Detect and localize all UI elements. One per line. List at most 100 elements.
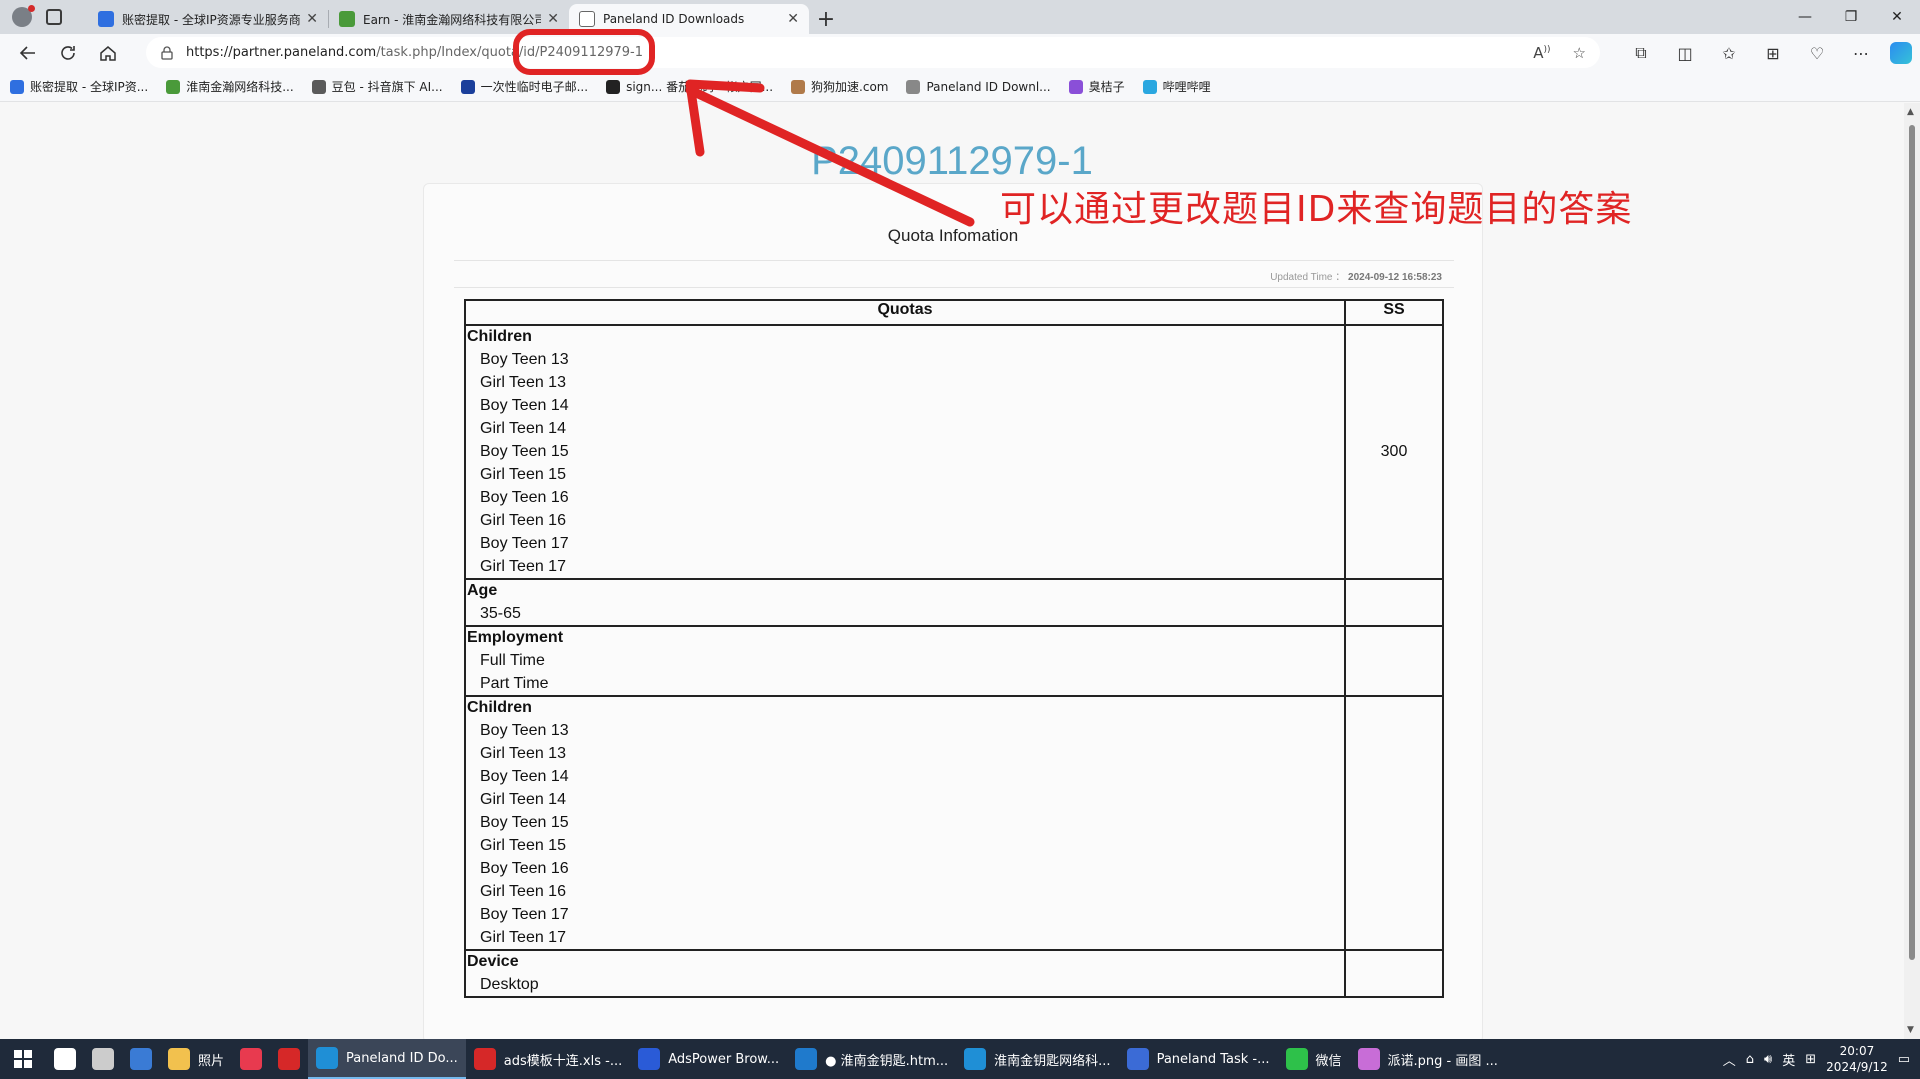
back-button[interactable] [8, 36, 48, 70]
scroll-up-icon[interactable]: ▲ [1907, 107, 1914, 117]
quota-item: Girl Teen 16 [480, 512, 566, 529]
quota-group-title: Children [467, 699, 532, 716]
tab-close-icon[interactable]: ✕ [547, 11, 559, 27]
tab-close-icon[interactable]: ✕ [787, 11, 799, 27]
taskbar-app-label: 淮南金钥匙网络科... [994, 1053, 1111, 1069]
quota-group-row: Employment Full Time Part Time [464, 625, 1444, 697]
bookmark-item[interactable]: 淮南金瀚网络科技... [166, 78, 294, 95]
scrollbar-thumb[interactable] [1909, 125, 1915, 960]
quota-card: Quota Infomation Updated Time ： 2024-09-… [423, 183, 1483, 1043]
taskbar-app[interactable]: ● 淮南金钥匙.htm... [787, 1039, 956, 1079]
quota-group-cell: Children Boy Teen 13 Girl Teen 13 Boy Teen … [464, 324, 1346, 580]
taskbar-app[interactable]: 淮南金钥匙网络科... [956, 1039, 1118, 1079]
taskbar-app-label: Paneland ID Do... [346, 1050, 458, 1066]
quota-item: Girl Teen 15 [480, 837, 566, 854]
volume-icon[interactable]: 🔊︎ [1764, 1052, 1772, 1067]
tab-left-controls [0, 0, 88, 34]
input-language[interactable]: 英 [1782, 1050, 1795, 1069]
read-aloud-icon[interactable]: A)) [1533, 44, 1550, 62]
quota-group-title: Children [467, 328, 532, 345]
tab-favicon-icon [339, 11, 355, 27]
taskbar-app[interactable]: 派诺.png - 画图 ... [1350, 1039, 1506, 1079]
split-screen-icon[interactable]: ◫ [1670, 44, 1700, 63]
close-window-button[interactable]: ✕ [1874, 0, 1920, 34]
divider [454, 260, 1454, 261]
ss-value-cell: 300 [1344, 324, 1444, 580]
browser-tab[interactable]: Earn - 淮南金瀚网络科技有限公司 ✕ [329, 4, 569, 34]
taskbar-app[interactable]: AdsPower Brow... [630, 1039, 787, 1079]
tab-title: 账密提取 - 全球IP资源专业服务商 [122, 12, 301, 27]
ss-value-cell [1344, 695, 1444, 951]
site-info-icon[interactable] [160, 45, 174, 60]
favorite-star-icon[interactable]: ☆ [1573, 44, 1586, 62]
clock[interactable]: 20:07 2024/9/12 [1826, 1043, 1888, 1075]
browser-essentials-icon[interactable]: ♡ [1802, 44, 1832, 63]
taskbar-app[interactable]: Paneland Task -... [1119, 1039, 1278, 1079]
taskbar-app[interactable]: ads模板十连.xls -... [466, 1039, 630, 1079]
taskbar-app-icon [92, 1048, 114, 1070]
minimize-button[interactable]: — [1782, 0, 1828, 34]
taskbar-app-icon [240, 1048, 263, 1070]
tray-expand-icon[interactable]: ︿ [1723, 1050, 1736, 1069]
bookmark-item[interactable]: 狗狗加速.com [791, 78, 888, 95]
favorites-icon[interactable]: ✩ [1714, 44, 1744, 63]
quota-group-row: Children Boy Teen 13 Girl Teen 13 Boy Teen … [464, 324, 1444, 580]
quota-group-title: Employment [467, 629, 564, 646]
taskbar-app-icon [1357, 1048, 1380, 1070]
taskbar-app[interactable] [84, 1039, 122, 1079]
bookmark-item[interactable]: 臭桔子 [1068, 78, 1125, 95]
taskbar-app-icon [473, 1048, 496, 1070]
restore-button[interactable]: ❐ [1828, 0, 1874, 34]
start-button[interactable] [0, 1039, 46, 1079]
copilot-icon[interactable] [1890, 42, 1912, 64]
taskbar-app[interactable] [232, 1039, 270, 1079]
quota-item: Boy Teen 17 [480, 906, 569, 923]
input-mode-icon[interactable]: ⊞ [1805, 1052, 1816, 1067]
bookmark-item[interactable]: 一次性临时电子邮... [460, 78, 588, 95]
updated-label: Updated Time ： [1270, 272, 1346, 283]
extensions-icon[interactable]: ⧉ [1626, 43, 1656, 63]
taskbar-app[interactable] [122, 1039, 160, 1079]
bookmark-favicon-icon [1068, 79, 1083, 94]
taskbar-app[interactable]: Paneland ID Do... [308, 1039, 466, 1079]
url-host: https://partner.paneland.com [186, 45, 377, 60]
address-bar[interactable]: https://partner.paneland.com/task.php/In… [146, 37, 1600, 68]
reload-button[interactable] [48, 36, 88, 70]
quota-group-title: Device [467, 953, 519, 970]
bookmark-item[interactable]: 哔哩哔哩 [1142, 78, 1211, 95]
taskbar-app-label: Paneland Task -... [1156, 1051, 1270, 1067]
taskbar-app[interactable]: 照片 [160, 1039, 232, 1079]
browser-tab[interactable]: 账密提取 - 全球IP资源专业服务商 ✕ [88, 4, 328, 34]
bookmarks-bar: 账密提取 - 全球IP资... 淮南金瀚网络科技... 豆包 - 抖音旗下 AI..… [0, 72, 1920, 102]
home-button[interactable] [88, 36, 128, 70]
window-controls: — ❐ ✕ [1782, 0, 1920, 34]
network-icon[interactable]: ⌂ [1746, 1052, 1754, 1067]
bookmark-item[interactable]: Paneland ID Downl... [906, 79, 1051, 94]
bookmark-label: 豆包 - 抖音旗下 AI... [331, 80, 443, 94]
quota-id-heading: P2409112979-1 [811, 139, 1093, 183]
bookmark-item[interactable]: 豆包 - 抖音旗下 AI... [311, 78, 443, 95]
scroll-down-icon[interactable]: ▼ [1907, 1025, 1914, 1035]
bookmark-favicon-icon [906, 79, 921, 94]
more-menu-icon[interactable]: ⋯ [1846, 44, 1876, 63]
quota-group-cell: Device Desktop [464, 949, 1346, 998]
bookmark-item[interactable]: 账密提取 - 全球IP资... [10, 78, 148, 95]
taskbar-app[interactable] [270, 1039, 308, 1079]
quota-item: Girl Teen 15 [480, 466, 566, 483]
quota-item: Girl Teen 14 [480, 791, 566, 808]
tab-close-icon[interactable]: ✕ [306, 11, 318, 27]
taskbar-app-label: 照片 [198, 1053, 225, 1069]
collections-icon[interactable]: ⊞ [1758, 44, 1788, 63]
new-tab-button[interactable]: + [809, 4, 843, 34]
bookmark-label: sign... 番茄代码 · 帐户国... [626, 80, 774, 94]
notifications-icon[interactable]: ▭ [1898, 1052, 1910, 1067]
windows-icon [14, 1050, 32, 1068]
taskbar-app[interactable]: 微信 [1278, 1039, 1350, 1079]
profile-icon[interactable] [12, 5, 35, 27]
browser-tab[interactable]: Paneland ID Downloads ✕ [569, 4, 809, 34]
taskbar-app[interactable] [46, 1039, 84, 1079]
bookmark-item[interactable]: sign... 番茄代码 · 帐户国... [606, 78, 773, 95]
tab-actions-icon[interactable] [46, 9, 62, 25]
quota-group-title: Age [467, 582, 498, 599]
vertical-scrollbar[interactable]: ▲ ▼ [1904, 103, 1920, 1039]
